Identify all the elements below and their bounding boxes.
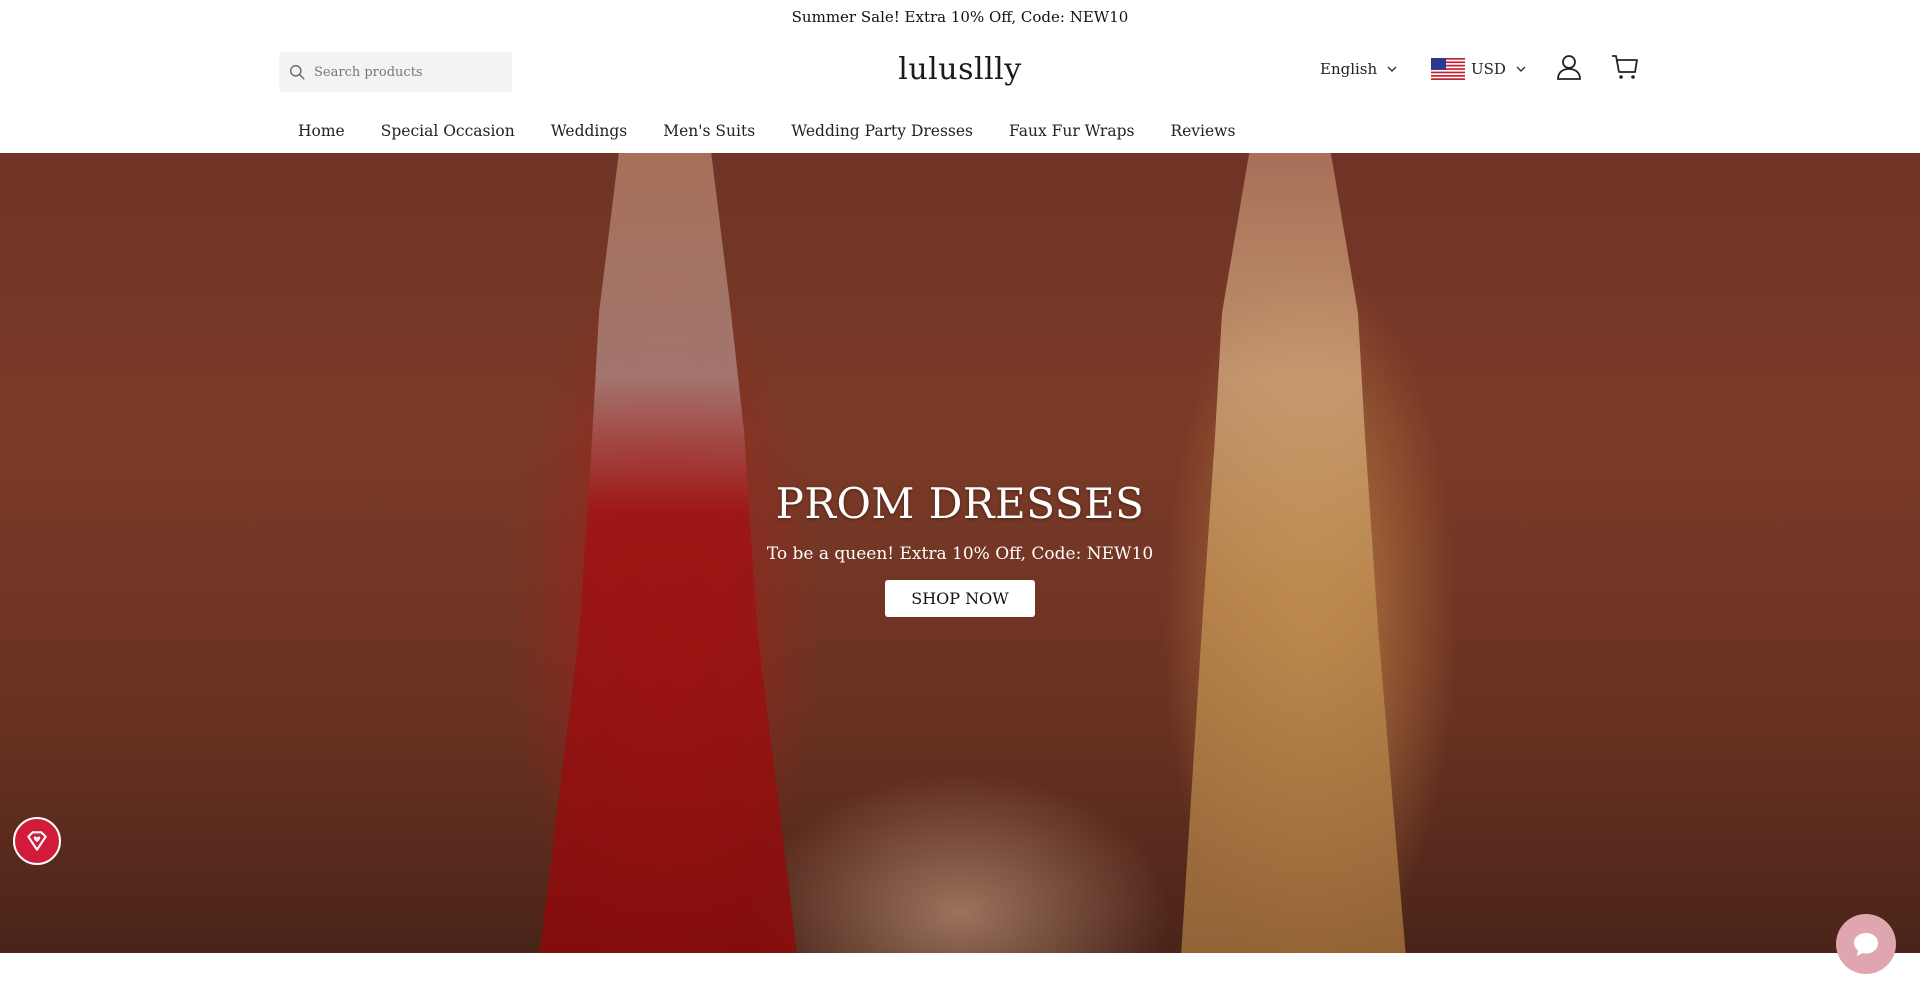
chat-button[interactable]	[1836, 914, 1896, 974]
cart-icon	[1612, 55, 1638, 79]
site-logo[interactable]: lulusllly	[898, 52, 1021, 87]
search-input[interactable]	[314, 64, 504, 80]
nav-item-faux-fur-wraps[interactable]: Faux Fur Wraps	[1009, 122, 1134, 140]
language-label: English	[1320, 60, 1378, 78]
hero-title: PROM DRESSES	[775, 479, 1145, 528]
currency-selector[interactable]: USD	[1431, 58, 1526, 80]
nav-item-special-occasion[interactable]: Special Occasion	[381, 122, 515, 140]
currency-label: USD	[1471, 60, 1506, 78]
nav-item-reviews[interactable]: Reviews	[1170, 122, 1235, 140]
diamond-heart-icon	[27, 831, 47, 851]
search-icon	[290, 64, 305, 80]
nav-item-home[interactable]: Home	[298, 122, 345, 140]
header: lulusllly English USD	[0, 34, 1920, 108]
search-box[interactable]	[279, 52, 512, 92]
user-icon	[1557, 55, 1581, 80]
main-nav: Home Special Occasion Weddings Men's Sui…	[0, 108, 1920, 153]
announcement-text: Summer Sale! Extra 10% Off, Code: NEW10	[791, 8, 1129, 26]
account-button[interactable]	[1554, 52, 1584, 82]
language-selector[interactable]: English	[1320, 60, 1397, 78]
chevron-down-icon	[1516, 66, 1526, 72]
us-flag-icon	[1431, 58, 1465, 80]
chat-icon	[1854, 933, 1878, 956]
chevron-down-icon	[1387, 66, 1397, 72]
hero-banner[interactable]: PROM DRESSES To be a queen! Extra 10% Of…	[0, 153, 1920, 953]
shop-now-button[interactable]: SHOP NOW	[885, 580, 1035, 617]
nav-item-mens-suits[interactable]: Men's Suits	[663, 122, 755, 140]
nav-item-weddings[interactable]: Weddings	[551, 122, 628, 140]
nav-item-wedding-party-dresses[interactable]: Wedding Party Dresses	[791, 122, 973, 140]
announcement-bar: Summer Sale! Extra 10% Off, Code: NEW10	[0, 0, 1920, 34]
hero-content: PROM DRESSES To be a queen! Extra 10% Of…	[660, 479, 1260, 617]
cart-button[interactable]	[1610, 52, 1640, 82]
hero-subtitle: To be a queen! Extra 10% Off, Code: NEW1…	[766, 544, 1154, 564]
rewards-badge[interactable]	[13, 817, 61, 865]
